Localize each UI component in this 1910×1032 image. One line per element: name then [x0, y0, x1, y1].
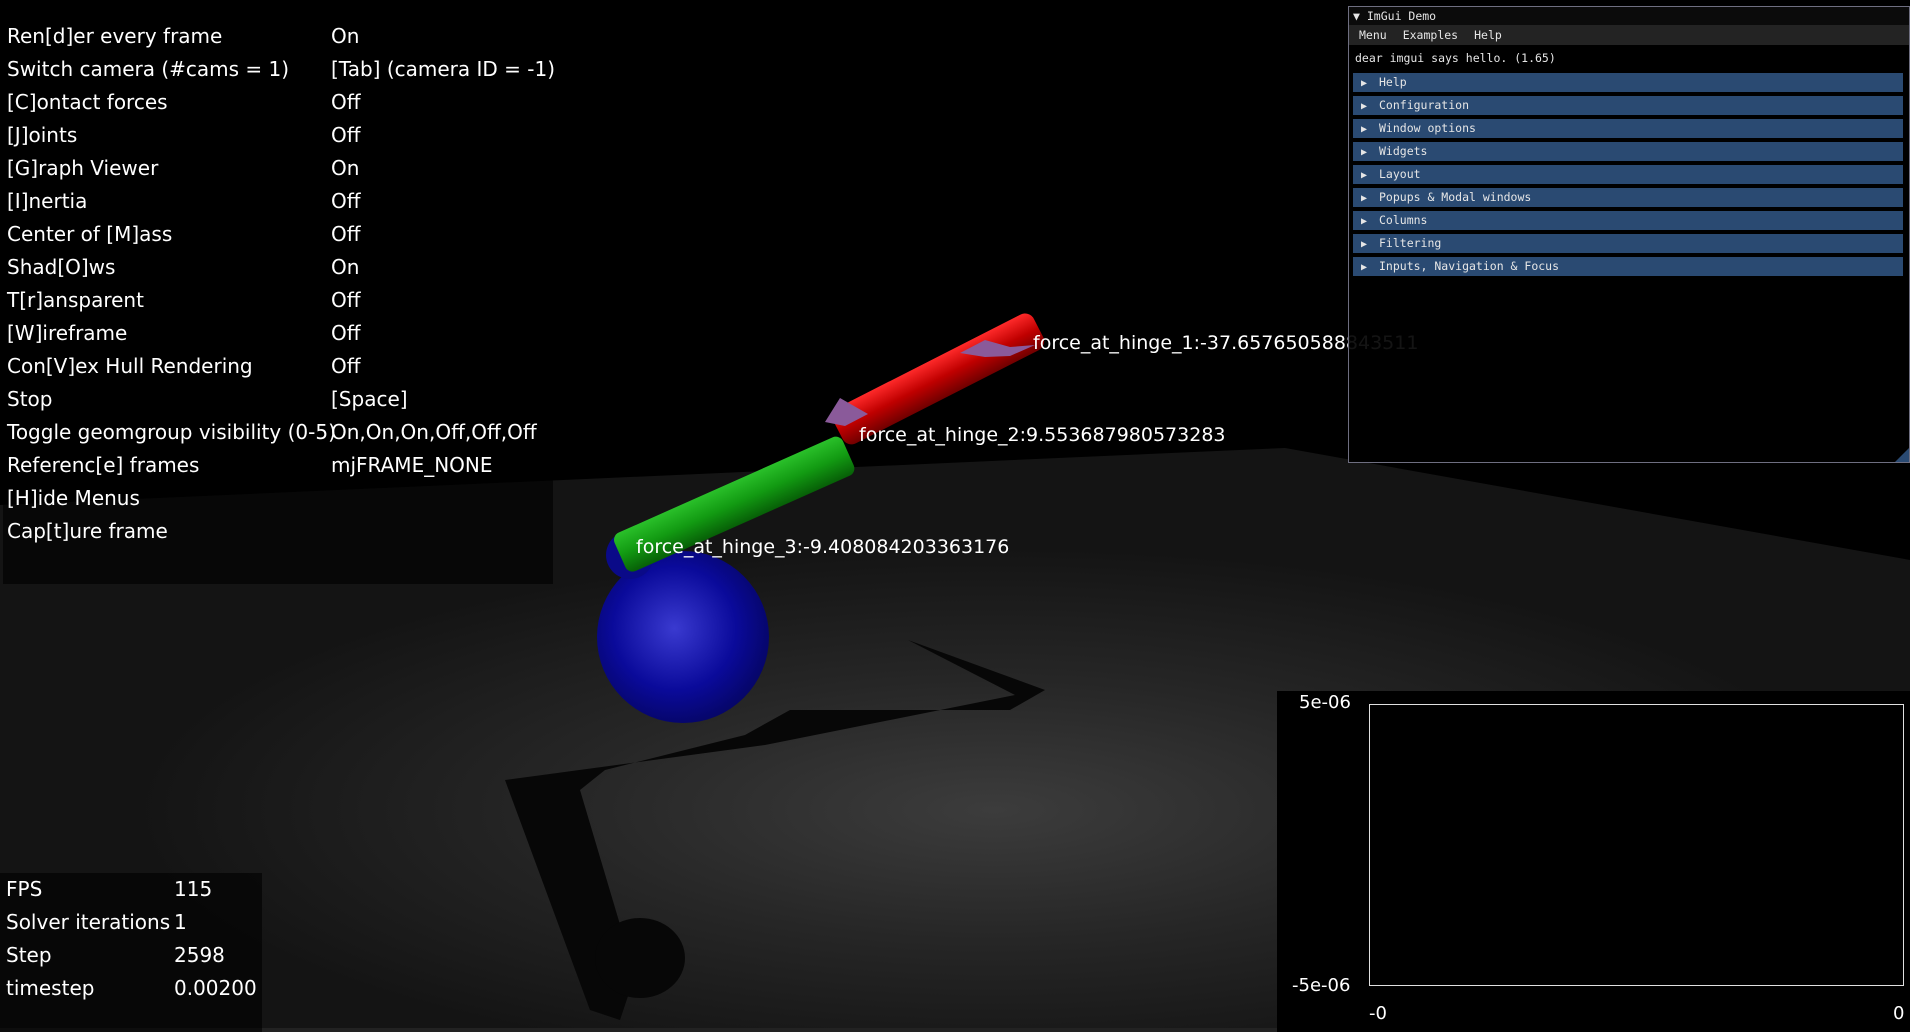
plot-x-left-label: -0	[1369, 1003, 1387, 1024]
triangle-down-icon[interactable]: ▼	[1353, 9, 1360, 23]
menu-label: Stop	[7, 387, 53, 411]
info-value: 0.00200	[174, 976, 257, 1000]
menu-value: On	[331, 24, 360, 48]
imgui-header-label: Inputs, Navigation & Focus	[1379, 259, 1560, 273]
imgui-header-configuration[interactable]: ▶ Configuration	[1353, 96, 1903, 115]
imgui-demo-window[interactable]: ▼ ImGui Demo Menu Examples Help dear imgui…	[1348, 6, 1910, 463]
menu-label: Toggle geomgroup visibility (0-5)	[7, 420, 336, 444]
imgui-header-popups-modal-windows[interactable]: ▶ Popups & Modal windows	[1353, 188, 1903, 207]
info-label: FPS	[6, 877, 43, 901]
info-label: Step	[6, 943, 52, 967]
imgui-title: ImGui Demo	[1366, 9, 1437, 23]
menu-label: T[r]ansparent	[7, 288, 144, 312]
menu-value: Off	[331, 354, 361, 378]
imgui-header-label: Popups & Modal windows	[1379, 190, 1532, 204]
imgui-header-layout[interactable]: ▶ Layout	[1353, 165, 1903, 184]
plot-x-right-label: 0	[1893, 1003, 1905, 1024]
menu-label: [W]ireframe	[7, 321, 128, 345]
imgui-header-window-options[interactable]: ▶ Window options	[1353, 119, 1903, 138]
info-panel: FPS 115 Solver iterations 1 Step 2598 ti…	[0, 873, 262, 1032]
menu-value: On	[331, 156, 360, 180]
force-label-hinge-3: force_at_hinge_3:-9.408084203363176	[636, 536, 1010, 558]
imgui-header-help[interactable]: ▶ Help	[1353, 73, 1903, 92]
imgui-titlebar[interactable]: ▼ ImGui Demo	[1349, 7, 1909, 25]
triangle-right-icon: ▶	[1361, 78, 1368, 89]
info-value: 2598	[174, 943, 225, 967]
menu-label: Cap[t]ure frame	[7, 519, 168, 543]
plot-y-top-label: 5e-06	[1299, 692, 1351, 713]
menu-label: Shad[O]ws	[7, 255, 116, 279]
imgui-header-inputs-navigation-focus[interactable]: ▶ Inputs, Navigation & Focus	[1353, 257, 1903, 276]
menu-label: Ren[d]er every frame	[7, 24, 223, 48]
menu-value: Off	[331, 189, 361, 213]
menu-value: On	[331, 255, 360, 279]
imgui-header-label: Window options	[1379, 121, 1476, 135]
info-label: Solver iterations	[6, 910, 171, 934]
imgui-header-label: Columns	[1379, 213, 1428, 227]
info-label: timestep	[6, 976, 95, 1000]
menu-label: Con[V]ex Hull Rendering	[7, 354, 253, 378]
menu-label: [H]ide Menus	[7, 486, 140, 510]
triangle-right-icon: ▶	[1361, 101, 1368, 112]
menu-value: [Tab] (camera ID = -1)	[331, 57, 556, 81]
imgui-header-label: Layout	[1379, 167, 1421, 181]
triangle-right-icon: ▶	[1361, 262, 1368, 273]
menu-label: Center of [M]ass	[7, 222, 173, 246]
plot-y-bottom-label: -5e-06	[1292, 975, 1351, 996]
info-value: 115	[174, 877, 213, 901]
force-label-hinge-2: force_at_hinge_2:9.553687980573283	[859, 424, 1226, 446]
menu-value: Off	[331, 321, 361, 345]
menu-label: Switch camera (#cams = 1)	[7, 57, 290, 81]
resize-grip-icon[interactable]	[1895, 448, 1909, 462]
menubar-item-examples[interactable]: Examples	[1403, 28, 1458, 42]
imgui-header-label: Configuration	[1379, 98, 1470, 112]
menu-value: On,On,On,Off,Off,Off	[331, 420, 537, 444]
triangle-right-icon: ▶	[1361, 193, 1368, 204]
imgui-header-widgets[interactable]: ▶ Widgets	[1353, 142, 1903, 161]
info-row-fps: FPS 115	[6, 873, 212, 906]
plot-area	[1369, 704, 1904, 986]
menu-value: mjFRAME_NONE	[331, 453, 493, 477]
info-value: 1	[174, 910, 187, 934]
menu-value: Off	[331, 123, 361, 147]
menu-value: [Space]	[331, 387, 408, 411]
triangle-right-icon: ▶	[1361, 170, 1368, 181]
menu-value: Off	[331, 288, 361, 312]
menu-value: Off	[331, 222, 361, 246]
imgui-header-label: Filtering	[1379, 236, 1442, 250]
menu-label: [G]raph Viewer	[7, 156, 159, 180]
menu-value: Off	[331, 90, 361, 114]
info-row-timestep: timestep 0.00200	[6, 972, 257, 1005]
info-row-step: Step 2598	[6, 939, 225, 972]
imgui-header-columns[interactable]: ▶ Columns	[1353, 211, 1903, 230]
triangle-right-icon: ▶	[1361, 239, 1368, 250]
imgui-hello-text: dear imgui says hello. (1.65)	[1355, 51, 1556, 65]
imgui-header-filtering[interactable]: ▶ Filtering	[1353, 234, 1903, 253]
triangle-right-icon: ▶	[1361, 216, 1368, 227]
triangle-right-icon: ▶	[1361, 147, 1368, 158]
menubar-item-menu[interactable]: Menu	[1359, 28, 1387, 42]
imgui-header-label: Widgets	[1379, 144, 1428, 158]
imgui-menubar: Menu Examples Help	[1349, 25, 1909, 45]
menu-label: [C]ontact forces	[7, 90, 168, 114]
triangle-right-icon: ▶	[1361, 124, 1368, 135]
menu-label: Referenc[e] frames	[7, 453, 200, 477]
overlay-menu: Ren[d]er every frame On Switch camera (#…	[3, 20, 556, 584]
info-row-solver-iterations: Solver iterations 1	[6, 906, 187, 939]
imgui-header-label: Help	[1379, 75, 1407, 89]
menubar-item-help[interactable]: Help	[1474, 28, 1502, 42]
menu-label: [J]oints	[7, 123, 78, 147]
menu-label: [I]nertia	[7, 189, 88, 213]
